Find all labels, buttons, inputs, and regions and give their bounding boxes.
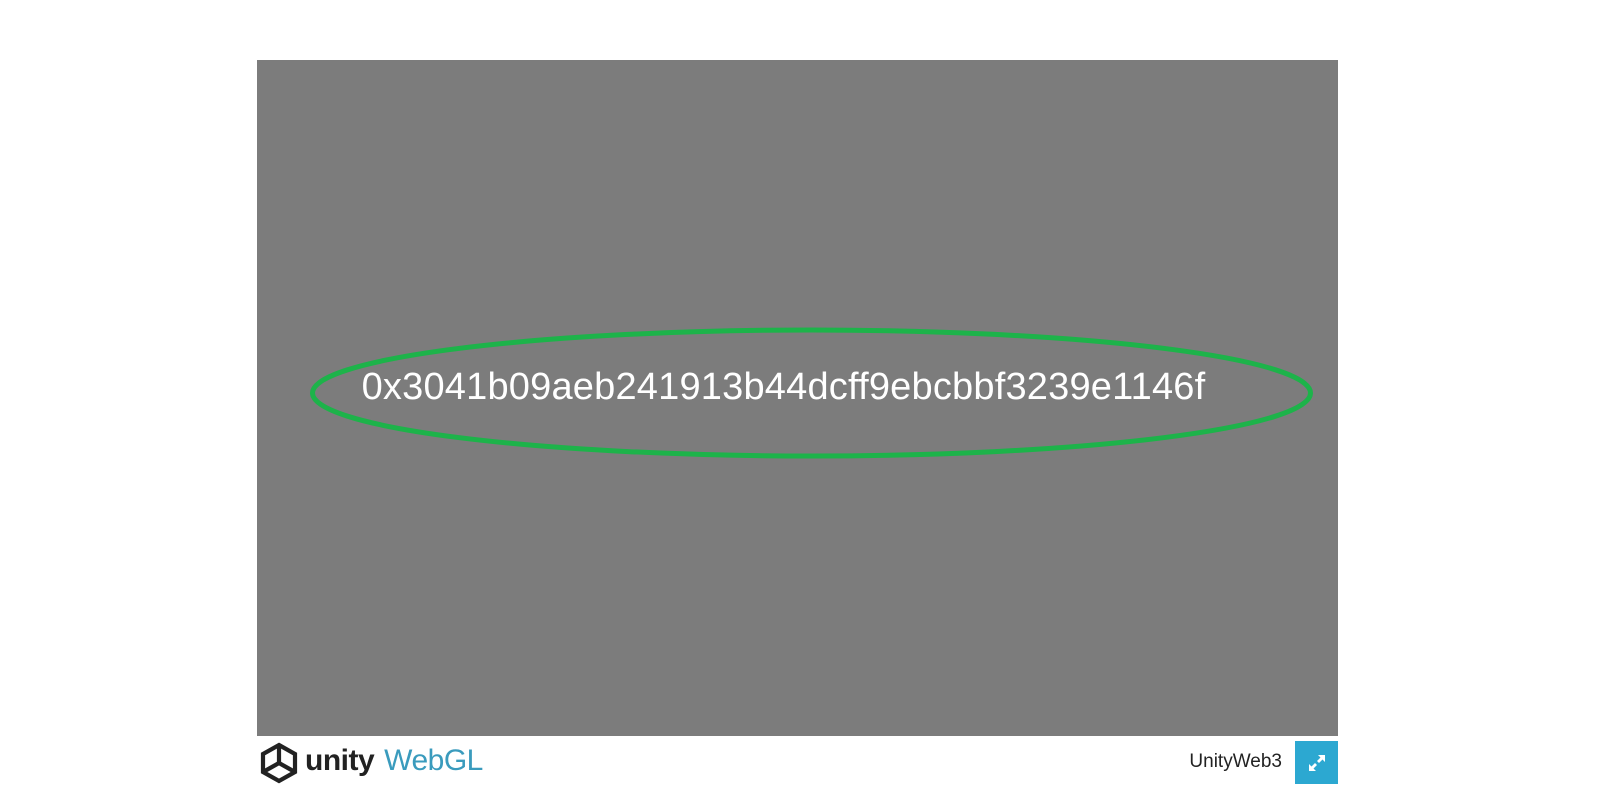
fullscreen-button[interactable] [1295, 741, 1338, 784]
unity-canvas[interactable]: 0x3041b09aeb241913b44dcff9ebcbbf3239e114… [257, 60, 1338, 736]
build-title: UnityWeb3 [1189, 751, 1282, 772]
unity-logo-icon [260, 742, 298, 784]
unity-webgl-logo: unity WebGL [257, 740, 483, 786]
unity-footer: unity WebGL UnityWeb3 [257, 740, 1338, 786]
logo-unity-text: unity [305, 744, 375, 777]
logo-webgl-text: WebGL [384, 744, 483, 777]
page: 0x3041b09aeb241913b44dcff9ebcbbf3239e114… [0, 0, 1600, 805]
wallet-address-text: 0x3041b09aeb241913b44dcff9ebcbbf3239e114… [361, 366, 1206, 408]
fullscreen-icon [1308, 754, 1325, 771]
